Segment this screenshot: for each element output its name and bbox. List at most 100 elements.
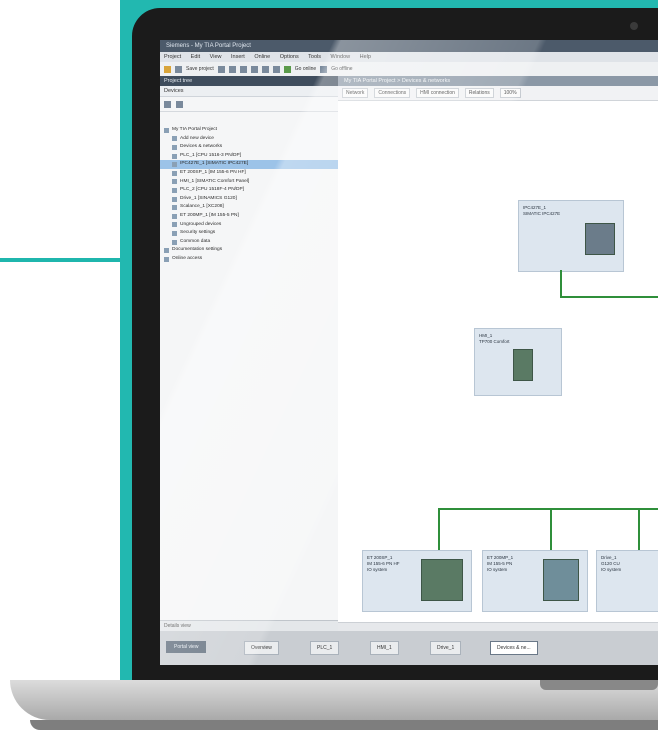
tree-item[interactable]: ET 200SP_1 [IM 155-6 PN HF]	[160, 169, 338, 178]
menu-online[interactable]: Online	[254, 54, 270, 60]
tree-item-label: Add new device	[180, 135, 214, 141]
refresh-icon[interactable]	[176, 100, 183, 108]
device-hmi[interactable]: HMI_1 TP700 Comfort	[474, 328, 562, 396]
folder-icon	[164, 248, 169, 254]
tab-devices[interactable]: Devices	[160, 86, 338, 97]
status-bar: Portal view Overview PLC_1 HMI_1 Drive_1…	[160, 631, 658, 665]
tree-item-label: IPC427E_1 [SIMATIC IPC427E]	[180, 161, 249, 167]
back-icon[interactable]	[164, 100, 171, 108]
tree-item[interactable]: Security settings	[160, 229, 338, 238]
device-label: HMI_1 TP700 Comfort	[479, 333, 510, 344]
device-et200mp[interactable]: ET 200MP_1 IM 155-5 PN IO system	[482, 550, 588, 612]
laptop-screen: Siemens - My TIA Portal Project Project …	[160, 40, 658, 665]
portal-view-button[interactable]: Portal view	[166, 641, 207, 653]
network-line	[438, 508, 658, 510]
device-label: ET 200SP_1 IM 155-6 PN HF IO system	[367, 555, 400, 572]
tree-item[interactable]: HMI_1 [SIMATIC Comfort Panel]	[160, 178, 338, 187]
tab-relations[interactable]: Relations	[464, 88, 494, 98]
folder-icon	[172, 239, 177, 245]
connection-type-select[interactable]: HMI connection	[416, 88, 459, 98]
go-online-icon[interactable]	[283, 65, 291, 73]
tree-item[interactable]: Documentation settings	[160, 246, 338, 255]
project-icon	[164, 127, 169, 133]
tree-item-label: PLC_2 [CPU 1518F-4 PN/DP]	[180, 187, 244, 193]
tree-item-label: ET 200SP_1 [IM 155-6 PN HF]	[180, 169, 246, 175]
open-project-icon[interactable]	[175, 65, 182, 73]
tree-item[interactable]: Drive_1 [SINAMICS G120]	[160, 195, 338, 204]
go-offline-button[interactable]: Go offline	[331, 66, 352, 72]
tree-item-label: PLC_1 [CPU 1516-3 PN/DP]	[180, 152, 242, 158]
online-icon	[164, 256, 169, 262]
module-rack-icon	[421, 559, 463, 601]
tree-item-label: My TIA Portal Project	[172, 127, 217, 132]
new-project-icon[interactable]	[164, 65, 171, 73]
menu-window[interactable]: Window	[331, 54, 351, 60]
tree-item[interactable]: ET 200MP_1 [IM 155-5 PN]	[160, 212, 338, 221]
tree-item-label: Online access	[172, 255, 203, 261]
project-tree-panel: Project tree Devices My TIA Portal Proje…	[160, 76, 342, 631]
go-online-button[interactable]: Go online	[295, 66, 316, 72]
tree-item-selected[interactable]: IPC427E_1 [SIMATIC IPC427E]	[160, 160, 338, 169]
details-view-toggle[interactable]: Details view	[160, 620, 342, 631]
io-device-icon	[172, 170, 177, 176]
tree-item[interactable]: My TIA Portal Project	[160, 126, 338, 135]
go-offline-icon[interactable]	[320, 65, 328, 73]
network-line	[560, 296, 658, 298]
task-plc[interactable]: PLC_1	[310, 641, 340, 655]
tree-item[interactable]: PLC_2 [CPU 1518F-4 PN/DP]	[160, 186, 338, 195]
tree-item[interactable]: Scalance_1 [XC208]	[160, 203, 338, 212]
folder-icon	[172, 222, 177, 228]
task-drive[interactable]: Drive_1	[430, 641, 462, 655]
tree-item-label: Common data	[180, 238, 211, 244]
network-icon	[172, 144, 177, 150]
network-view-toolbar: Network Connections HMI connection Relat…	[338, 86, 658, 101]
task-hmi[interactable]: HMI_1	[370, 641, 399, 655]
paste-icon[interactable]	[239, 65, 247, 73]
horizontal-scrollbar[interactable]	[338, 622, 658, 631]
device-label: Drive_1 G120 CU IO system	[601, 555, 622, 572]
tab-network[interactable]: Network	[342, 88, 369, 98]
window-title: Siemens - My TIA Portal Project	[160, 40, 658, 52]
save-button[interactable]: Save project	[186, 66, 214, 72]
plc-icon	[172, 153, 177, 159]
tree-item-label: Scalance_1 [XC208]	[180, 204, 224, 210]
device-ipc[interactable]: IPC427E_1 SIMATIC IPC427E	[518, 200, 624, 272]
network-view-panel: My TIA Portal Project > Devices & networ…	[338, 76, 658, 631]
download-icon[interactable]	[272, 65, 280, 73]
device-et200sp[interactable]: ET 200SP_1 IM 155-6 PN HF IO system	[362, 550, 472, 612]
tab-connections[interactable]: Connections	[374, 88, 411, 98]
device-drive[interactable]: Drive_1 G120 CU IO system	[596, 550, 658, 612]
cut-icon[interactable]	[217, 65, 225, 73]
menu-insert[interactable]: Insert	[231, 54, 245, 60]
menu-edit[interactable]: Edit	[191, 54, 200, 60]
task-overview[interactable]: Overview	[244, 641, 279, 655]
tree-item[interactable]: Add new device	[160, 135, 338, 144]
network-canvas[interactable]: IPC427E_1 SIMATIC IPC427E HMI_1 TP700 Co…	[338, 100, 658, 620]
network-view-header: My TIA Portal Project > Devices & networ…	[338, 76, 658, 86]
network-line	[550, 508, 552, 550]
laptop-hinge	[540, 680, 658, 690]
hmi-icon	[172, 179, 177, 185]
menu-help[interactable]: Help	[360, 54, 371, 60]
tree-item-label: HMI_1 [SIMATIC Comfort Panel]	[180, 178, 250, 184]
menu-view[interactable]: View	[210, 54, 222, 60]
tree-item[interactable]: Devices & networks	[160, 143, 338, 152]
undo-icon[interactable]	[250, 65, 258, 73]
tree-item[interactable]: Common data	[160, 238, 338, 247]
menu-tools[interactable]: Tools	[308, 54, 321, 60]
menu-bar: Project Edit View Insert Online Options …	[160, 52, 658, 62]
zoom-select[interactable]: 100%	[499, 88, 521, 98]
task-devices-networks[interactable]: Devices & ne...	[490, 641, 538, 655]
shield-icon	[172, 230, 177, 236]
menu-options[interactable]: Options	[280, 54, 299, 60]
tree-item[interactable]: PLC_1 [CPU 1516-3 PN/DP]	[160, 152, 338, 161]
network-line	[438, 508, 440, 550]
ipc-icon	[585, 223, 615, 255]
menu-project[interactable]: Project	[164, 54, 181, 60]
drive-icon	[172, 196, 177, 202]
tree-item-label: Devices & networks	[180, 144, 223, 150]
tree-item[interactable]: Online access	[160, 255, 338, 264]
compile-icon[interactable]	[261, 65, 269, 73]
tree-item[interactable]: Ungrouped devices	[160, 221, 338, 230]
copy-icon[interactable]	[228, 65, 236, 73]
